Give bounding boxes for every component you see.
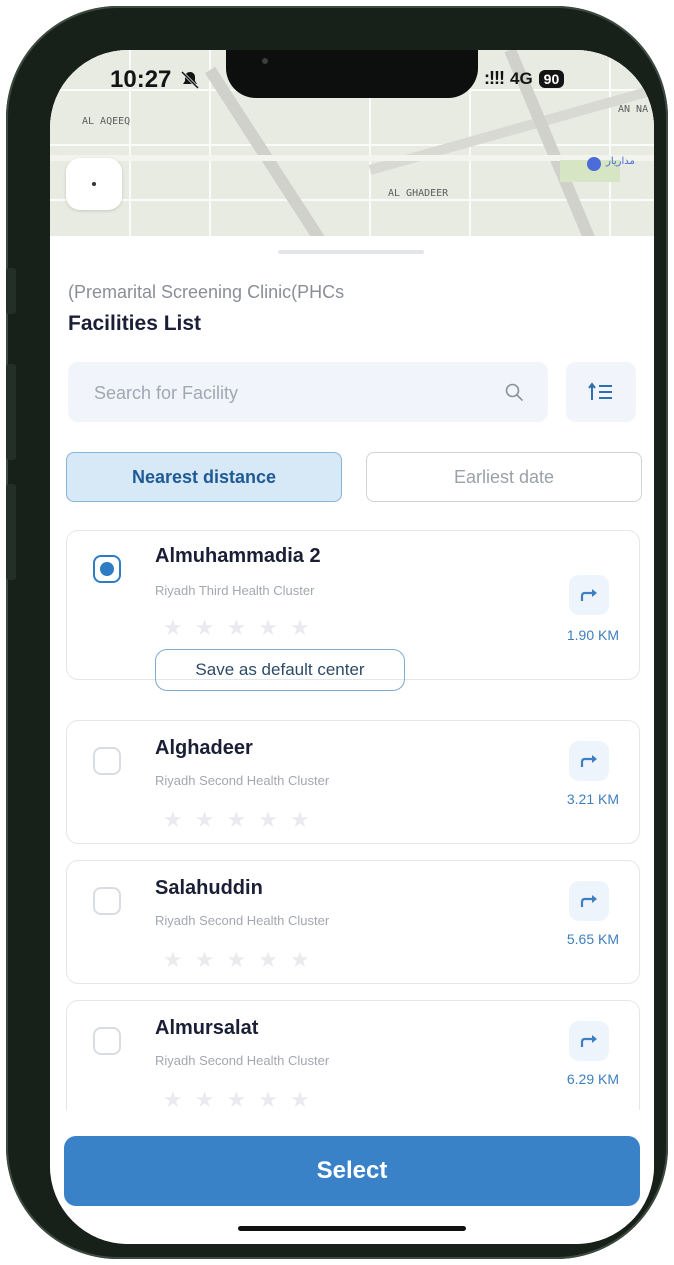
star-icon: ★ [194,947,215,972]
facility-name: Almursalat [155,1017,259,1039]
breadcrumb: (Premarital Screening Clinic(PHCs [68,282,345,302]
sort-icon [588,382,612,400]
star-icon: ★ [258,807,278,832]
filter-earliest-date[interactable]: Earliest date [366,452,642,502]
directions-button[interactable] [569,1021,609,1061]
search-icon[interactable] [504,382,524,402]
directions-button[interactable] [569,741,609,781]
phone-frame: AL AQEEQ AL GHADEER AN NA مداريار 10:27 … [6,6,668,1259]
facility-card-salahuddin[interactable]: Salahuddin Riyadh Second Health Cluster … [66,860,640,984]
status-time: 10:27 [110,66,172,93]
facility-card-almursalat[interactable]: Almursalat Riyadh Second Health Cluster … [66,1000,640,1110]
home-indicator[interactable] [238,1226,466,1231]
sort-button[interactable] [566,362,636,422]
star-icon: ★ [163,1087,183,1111]
camera-notch [226,50,478,98]
filter-nearest-distance[interactable]: Nearest distance [66,452,342,502]
facility-distance: 3.21 KM [566,791,619,807]
signal-indicator: :!!! [484,68,505,88]
directions-button[interactable] [569,881,609,921]
side-button-volume-down [6,484,16,580]
facility-distance: 6.29 KM [566,1071,619,1087]
star-icon: ★ [194,615,215,640]
directions-icon [580,589,597,601]
facility-cluster: Riyadh Third Health Cluster [155,583,315,598]
facility-name: Alghadeer [155,737,253,759]
star-icon: ★ [163,615,183,640]
star-icon: ★ [289,947,310,972]
bell-slash-icon [180,70,200,90]
facility-radio[interactable] [93,887,121,915]
facility-rating: ★ ★ ★ ★ ★ [163,617,310,639]
save-default-center-button[interactable]: Save as default center [155,649,405,691]
star-icon: ★ [226,807,247,832]
facility-distance: 5.65 KM [566,931,619,947]
star-icon: ★ [194,1087,215,1111]
map-view[interactable]: AL AQEEQ AL GHADEER AN NA مداريار 10:27 … [50,50,654,240]
star-icon: ★ [226,1087,247,1111]
map-label-al-ghadeer: AL GHADEER [388,188,449,199]
facility-rating: ★ ★ ★ ★ ★ [163,1087,310,1111]
facility-cluster: Riyadh Second Health Cluster [155,773,330,788]
facility-radio[interactable] [93,747,121,775]
star-icon: ★ [258,1087,278,1111]
star-icon: ★ [194,807,215,832]
map-label-arabic: مداريار [606,156,635,167]
chevron-left-icon [92,182,96,186]
facility-rating: ★ ★ ★ ★ ★ [163,949,310,971]
side-button-volume-up [6,364,16,460]
map-label-an-na: AN NA [618,104,649,115]
facility-name: Salahuddin [155,877,263,899]
camera-dot [262,58,268,64]
star-icon: ★ [163,807,183,832]
sheet-drag-handle[interactable] [278,250,424,254]
search-input[interactable] [92,362,496,424]
star-icon: ★ [226,615,247,640]
star-icon: ★ [289,615,310,640]
facility-rating: ★ ★ ★ ★ ★ [163,809,310,831]
side-button-mute [6,268,16,314]
network-type: 4G [509,68,533,88]
status-indicators: :!!! 4G 90 [484,68,565,89]
facility-card-alghadeer[interactable]: Alghadeer Riyadh Second Health Cluster ★… [66,720,640,844]
facility-name: Almuhammadia 2 [155,545,321,567]
directions-icon [580,895,597,907]
facility-radio[interactable] [93,1027,121,1055]
facility-cluster: Riyadh Second Health Cluster [155,913,330,928]
search-box [68,362,548,424]
star-icon: ★ [289,807,310,832]
battery-level: 90 [538,69,565,88]
star-icon: ★ [258,947,278,972]
facility-card-almuhammadia-2[interactable]: Almuhammadia 2 Riyadh Third Health Clust… [66,530,640,691]
directions-icon [580,1035,597,1047]
bottom-sheet: (Premarital Screening Clinic(PHCs Facili… [50,236,654,1244]
star-icon: ★ [289,1087,310,1111]
back-button[interactable] [66,158,122,210]
facility-cluster: Riyadh Second Health Cluster [155,1053,330,1068]
map-label-al-aqeeq: AL AQEEQ [82,116,131,127]
facility-radio[interactable] [93,555,121,583]
facility-list[interactable]: Almuhammadia 2 Riyadh Third Health Clust… [50,530,654,1110]
facility-distance: 1.90 KM [566,627,619,643]
page-title: Facilities List [68,312,202,335]
phone-screen: AL AQEEQ AL GHADEER AN NA مداريار 10:27 … [50,50,654,1244]
star-icon: ★ [258,615,278,640]
select-button[interactable]: Select [64,1136,640,1206]
star-icon: ★ [226,947,247,972]
star-icon: ★ [163,947,183,972]
directions-icon [580,755,597,767]
directions-button[interactable] [569,575,609,615]
